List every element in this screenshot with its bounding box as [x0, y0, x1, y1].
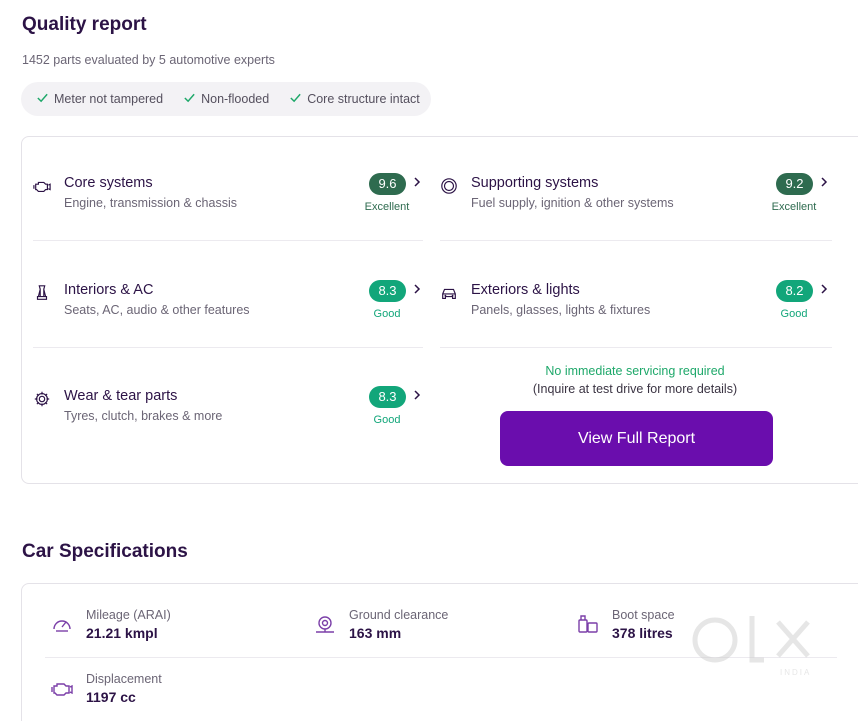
view-full-report-button[interactable]: View Full Report	[500, 411, 773, 466]
chip-meter: Meter not tampered	[36, 91, 163, 107]
seat-icon	[33, 284, 51, 302]
spec-value: 378 litres	[612, 625, 673, 641]
spec-value: 1197 cc	[86, 689, 136, 705]
system-wear-tear[interactable]: Wear & tear parts Tyres, clutch, brakes …	[33, 386, 423, 492]
quality-subtitle: 1452 parts evaluated by 5 automotive exp…	[22, 53, 275, 67]
divider	[33, 347, 423, 348]
score-badge: 8.3	[369, 280, 406, 302]
system-supporting[interactable]: Supporting systems Fuel supply, ignition…	[440, 173, 830, 279]
chevron-right-icon[interactable]	[413, 388, 423, 402]
steering-wheel-icon	[440, 177, 458, 195]
system-core[interactable]: Core systems Engine, transmission & chas…	[33, 173, 423, 279]
spec-label: Boot space	[612, 608, 675, 622]
score-label: Good	[780, 308, 808, 320]
divider	[33, 240, 423, 241]
check-icon	[289, 91, 302, 107]
check-icon	[36, 91, 49, 107]
system-desc: Engine, transmission & chassis	[64, 196, 237, 210]
system-title: Interiors & AC	[64, 282, 154, 298]
score-label: Good	[373, 308, 401, 320]
system-title: Wear & tear parts	[64, 388, 178, 404]
score-badge: 9.6	[369, 173, 406, 195]
score-label: Good	[373, 414, 401, 426]
chip-flood: Non-flooded	[183, 91, 269, 107]
spec-value: 21.21 kmpl	[86, 625, 158, 641]
divider	[440, 347, 832, 348]
spec-label: Ground clearance	[349, 608, 449, 622]
chip-label: Non-flooded	[201, 92, 270, 106]
spec-label: Mileage (ARAI)	[86, 608, 171, 622]
system-desc: Seats, AC, audio & other features	[64, 303, 250, 317]
score-badge: 9.2	[776, 173, 813, 195]
score-label: Excellent	[771, 201, 817, 213]
check-icon	[183, 91, 196, 107]
engine-icon	[50, 676, 74, 700]
system-desc: Tyres, clutch, brakes & more	[64, 409, 223, 423]
system-title: Core systems	[64, 175, 153, 191]
system-desc: Panels, glasses, lights & fixtures	[471, 303, 651, 317]
ground-clearance-icon	[313, 612, 337, 636]
chevron-right-icon[interactable]	[820, 282, 830, 296]
score-badge: 8.3	[369, 386, 406, 408]
car-front-icon	[440, 284, 458, 302]
luggage-icon	[576, 612, 600, 636]
divider	[440, 240, 832, 241]
specs-title: Car Specifications	[22, 541, 188, 562]
system-title: Supporting systems	[471, 175, 599, 191]
chevron-right-icon[interactable]	[413, 282, 423, 296]
svg-text:INDIA: INDIA	[780, 668, 811, 677]
score-badge: 8.2	[776, 280, 813, 302]
chip-label: Meter not tampered	[54, 92, 164, 106]
quality-chips: Meter not tampered Non-flooded Core stru…	[21, 82, 431, 116]
score-label: Excellent	[364, 201, 410, 213]
system-interiors[interactable]: Interiors & AC Seats, AC, audio & other …	[33, 280, 423, 386]
gear-icon	[33, 390, 51, 408]
servicing-note: No immediate servicing required	[545, 364, 725, 378]
spec-value: 163 mm	[349, 625, 402, 641]
system-desc: Fuel supply, ignition & other systems	[471, 196, 674, 210]
olx-watermark-logo: INDIA	[690, 608, 825, 678]
quality-title: Quality report	[22, 14, 147, 35]
chip-structure: Core structure intact	[289, 91, 420, 107]
servicing-subnote: (Inquire at test drive for more details)	[532, 382, 738, 396]
speedometer-icon	[50, 612, 74, 636]
engine-icon	[33, 177, 51, 195]
chevron-right-icon[interactable]	[413, 175, 423, 189]
spec-label: Displacement	[86, 672, 162, 686]
system-title: Exteriors & lights	[471, 282, 580, 298]
chevron-right-icon[interactable]	[820, 175, 830, 189]
chip-label: Core structure intact	[307, 92, 420, 106]
